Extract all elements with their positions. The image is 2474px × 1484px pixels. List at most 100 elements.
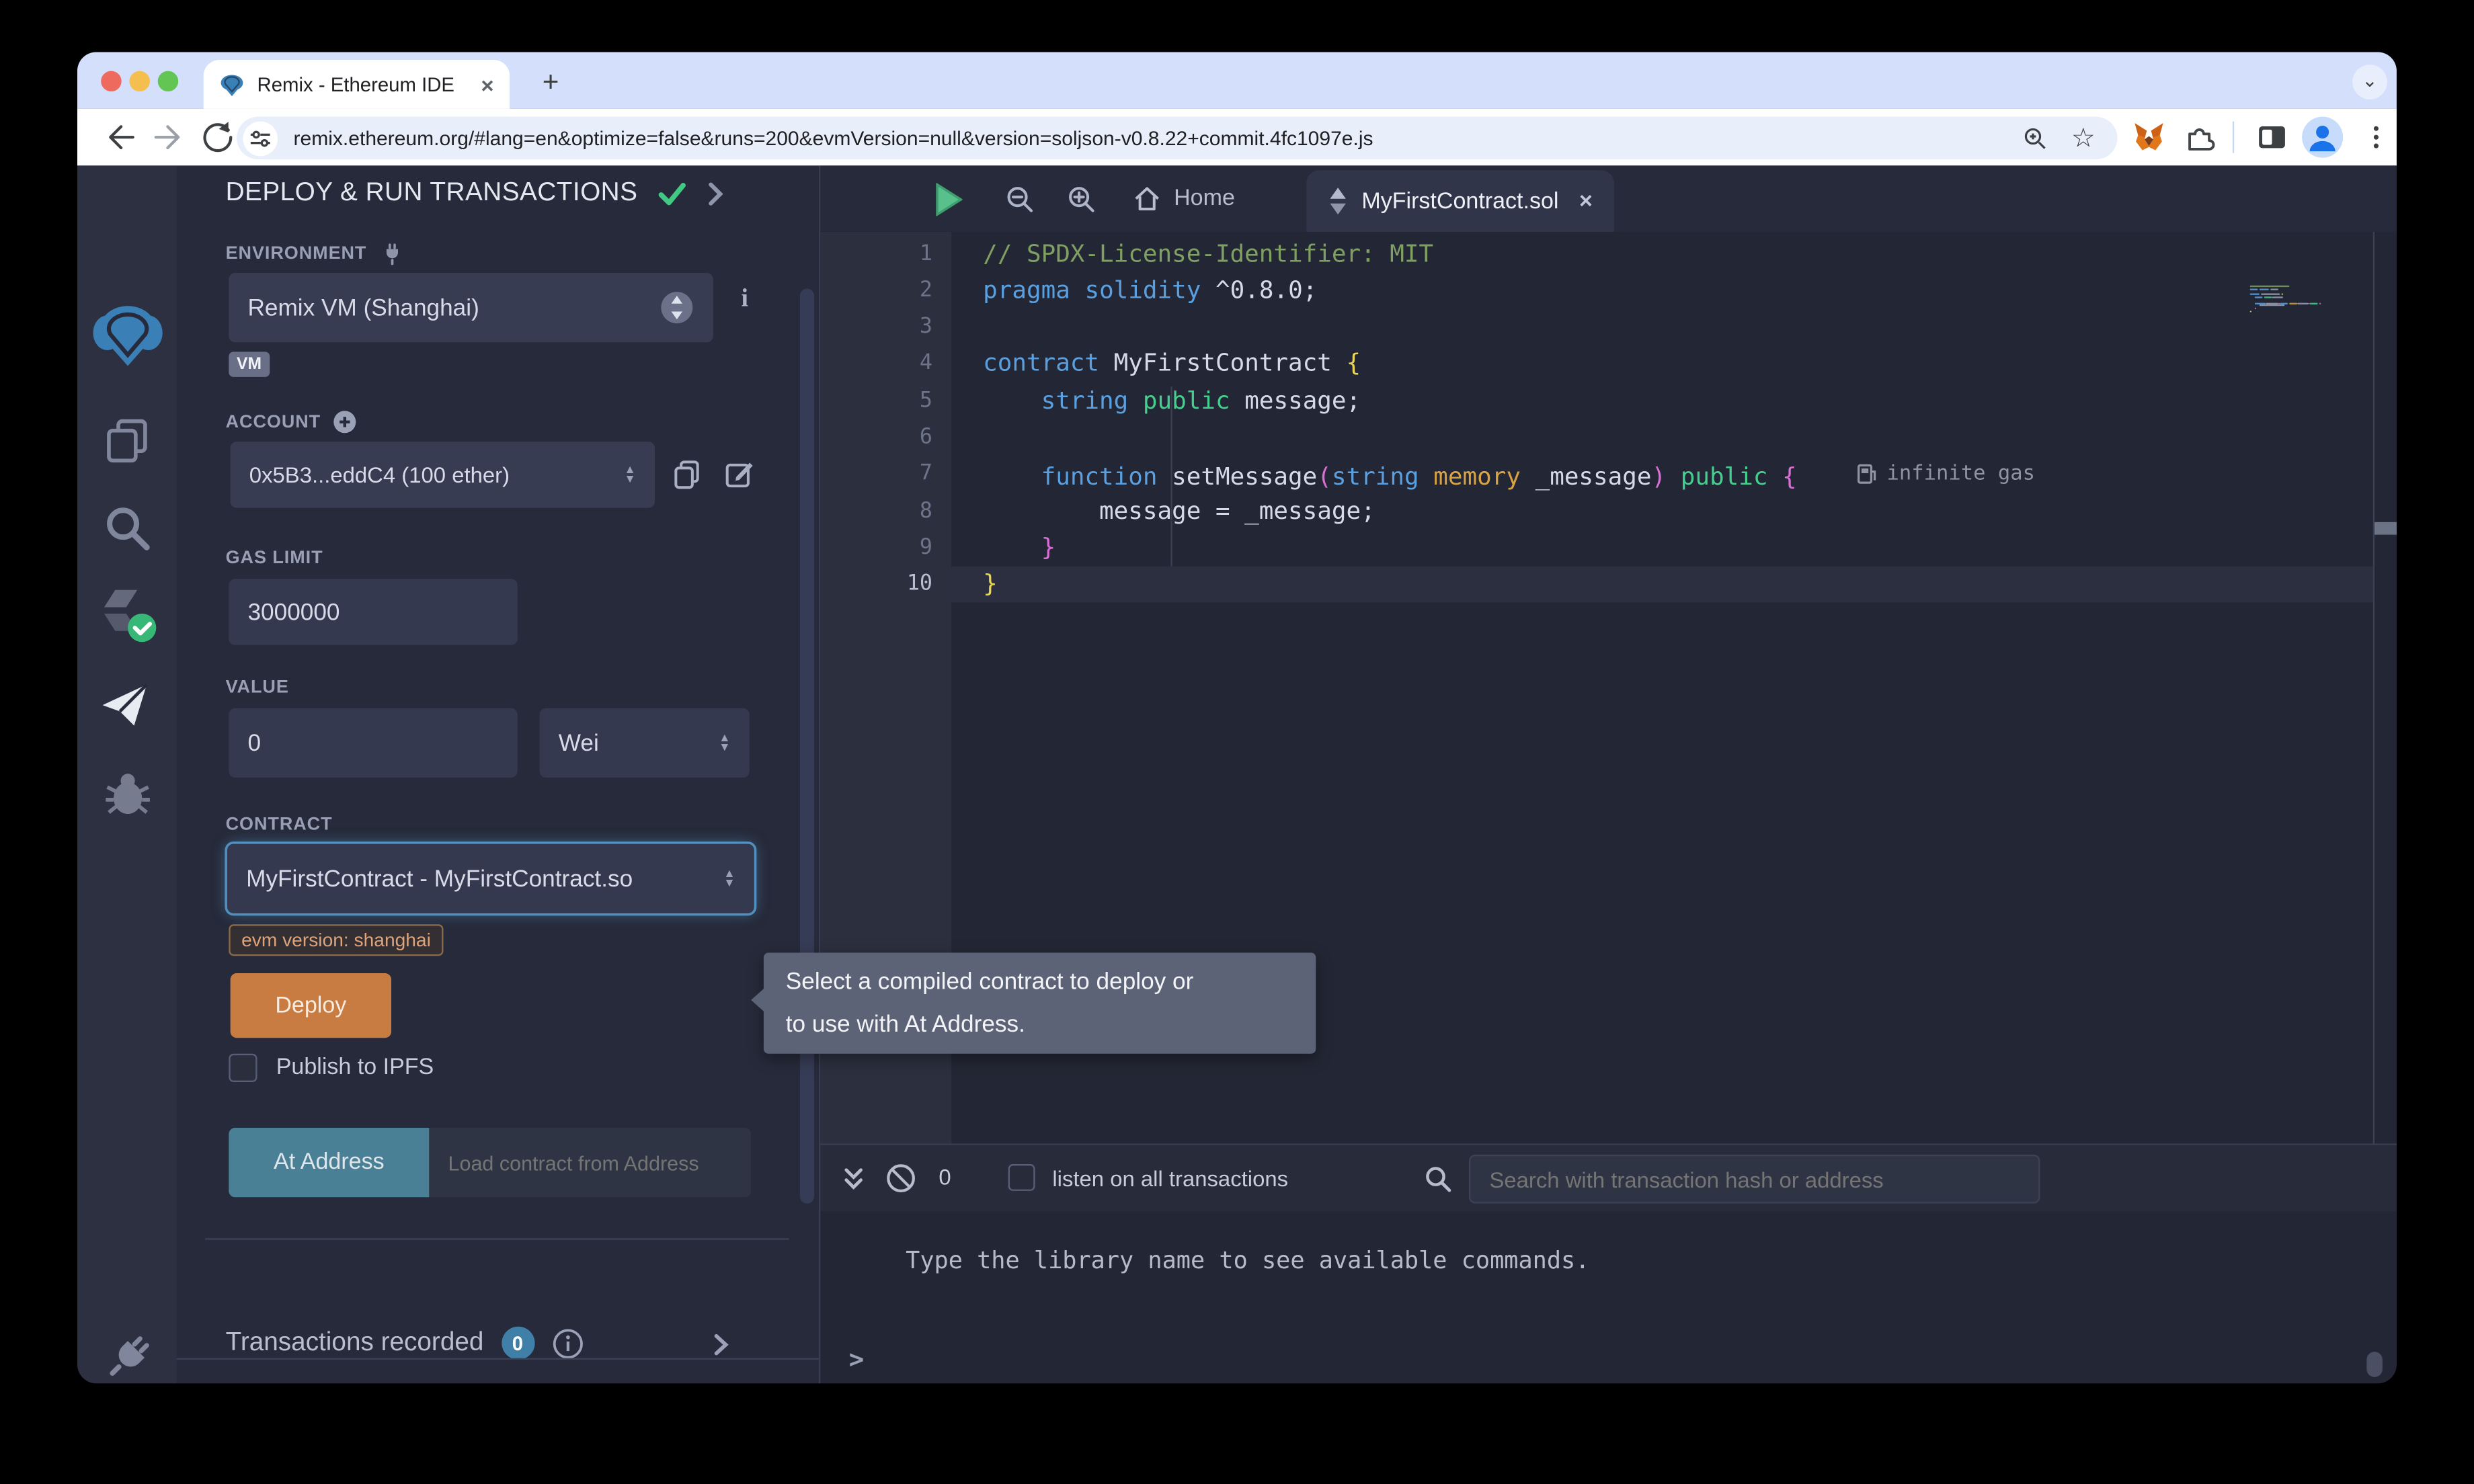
contract-spinner-icon[interactable]: ▲▼ <box>723 869 735 888</box>
account-select[interactable]: 0x5B3...eddC4 (100 ether) ▲▼ <box>231 442 655 508</box>
code-line[interactable] <box>951 309 2373 346</box>
environment-info-icon[interactable]: i <box>732 286 758 314</box>
browser-tab[interactable]: Remix - Ethereum IDE × <box>204 60 510 109</box>
collapse-terminal-icon[interactable] <box>842 1167 865 1191</box>
code-line[interactable]: contract MyFirstContract { <box>951 346 2373 383</box>
line-number: 2 <box>820 273 951 310</box>
run-script-icon[interactable] <box>934 183 962 216</box>
bookmark-star-icon[interactable]: ☆ <box>2071 124 2096 151</box>
code-line[interactable]: } <box>951 567 2373 604</box>
remix-favicon <box>219 72 245 97</box>
terminal-header: 0 listen on all transactions <box>820 1144 2397 1212</box>
at-address-input[interactable] <box>429 1128 751 1197</box>
tab-close-icon[interactable]: × <box>1579 188 1593 214</box>
tab-search-icon[interactable]: ⌄ <box>2352 65 2387 99</box>
close-window-button[interactable] <box>101 71 122 92</box>
url-text[interactable]: remix.ethereum.org/#lang=en&optimize=fal… <box>294 126 2021 150</box>
maximize-window-button[interactable] <box>158 71 179 92</box>
tab-home[interactable]: Home <box>1133 180 1235 218</box>
back-icon[interactable] <box>101 118 138 156</box>
publish-ipfs-checkbox[interactable] <box>229 1054 257 1082</box>
side-panel-icon[interactable] <box>2255 120 2290 155</box>
panel-title: DEPLOY & RUN TRANSACTIONS <box>226 178 638 208</box>
deploy-run-icon[interactable] <box>99 680 155 731</box>
terminal-scrollbar[interactable] <box>2366 1352 2382 1377</box>
environment-select[interactable]: Remix VM (Shanghai) <box>229 273 713 342</box>
editor-scrollbar[interactable] <box>2375 522 2397 535</box>
remix-app: DEPLOY & RUN TRANSACTIONS ENVIRONMENT <box>77 165 2397 1383</box>
contract-label: CONTRACT <box>226 815 333 834</box>
code-line[interactable]: string public message; <box>951 383 2373 420</box>
debugger-icon[interactable] <box>100 765 154 819</box>
metamask-icon[interactable] <box>2132 120 2167 155</box>
info-icon[interactable] <box>551 1327 583 1359</box>
terminal-search-input[interactable] <box>1469 1155 2040 1204</box>
line-number: 4 <box>820 346 951 383</box>
terminal-count: 0 <box>939 1164 951 1190</box>
minimize-window-button[interactable] <box>129 71 150 92</box>
new-tab-button[interactable]: + <box>532 65 569 102</box>
tooltip-line1: Select a compiled contract to deploy or <box>786 960 1294 1003</box>
solidity-file-icon <box>1328 188 1347 214</box>
code-line[interactable]: } <box>951 530 2373 567</box>
solidity-compiler-icon[interactable] <box>95 585 159 645</box>
line-number: 5 <box>820 383 951 420</box>
line-number: 8 <box>820 493 951 530</box>
listen-transactions-checkbox[interactable] <box>1008 1164 1035 1191</box>
account-spinner-icon[interactable]: ▲▼ <box>624 465 635 484</box>
code-line[interactable]: function setMessage(string memory _messa… <box>951 456 2373 493</box>
minimap[interactable] <box>2250 286 2373 313</box>
edit-account-icon[interactable] <box>724 459 754 489</box>
reload-icon[interactable] <box>199 118 237 156</box>
value-input[interactable] <box>229 708 517 778</box>
browser-window: Remix - Ethereum IDE × + ⌄ <box>77 52 2397 1383</box>
remix-logo <box>91 301 163 368</box>
environment-spinner-icon[interactable] <box>660 290 694 325</box>
gas-limit-input[interactable] <box>229 579 517 645</box>
editor-tabbar: Home MyFirstContract.sol × <box>820 165 2397 232</box>
clear-console-icon[interactable] <box>885 1163 917 1194</box>
code-line[interactable]: message = _message; <box>951 493 2373 530</box>
terminal-prompt: > <box>849 1344 865 1374</box>
code-line[interactable]: // SPDX-License-Identifier: MIT <box>951 236 2373 273</box>
plug-icon[interactable] <box>381 241 405 267</box>
code-line[interactable]: pragma solidity ^0.8.0; <box>951 273 2373 310</box>
chevron-right-icon[interactable] <box>707 181 725 206</box>
zoom-icon[interactable] <box>2021 124 2049 152</box>
menu-dots-icon[interactable] <box>2360 120 2392 155</box>
terminal-help-text: Type the library name to see available c… <box>906 1246 1589 1274</box>
listen-transactions-label: listen on all transactions <box>1052 1165 1288 1191</box>
copy-account-icon[interactable] <box>672 459 703 489</box>
code-line[interactable] <box>951 419 2373 456</box>
contract-select[interactable]: MyFirstContract - MyFirstContract.so ▲▼ <box>227 844 754 913</box>
panel-scrollbar[interactable] <box>800 288 814 1203</box>
at-address-button[interactable]: At Address <box>229 1128 429 1197</box>
search-icon[interactable] <box>100 501 154 555</box>
profile-avatar[interactable] <box>2302 117 2343 158</box>
plugin-manager-icon[interactable] <box>100 1329 154 1383</box>
terminal-search-icon <box>1423 1164 1453 1194</box>
address-bar[interactable]: remix.ethereum.org/#lang=en&optimize=fal… <box>237 117 2118 159</box>
unit-spinner-icon[interactable]: ▲▼ <box>719 733 730 752</box>
indent-guide <box>1170 386 1172 567</box>
tab-title: Remix - Ethereum IDE <box>257 73 481 95</box>
check-icon <box>657 179 688 207</box>
overview-ruler <box>2373 232 2397 1144</box>
tab-close-icon[interactable]: × <box>481 72 493 97</box>
evm-version-badge: evm version: shanghai <box>229 924 443 956</box>
deploy-button[interactable]: Deploy <box>231 973 391 1038</box>
extensions-icon[interactable] <box>2182 120 2217 155</box>
forward-icon[interactable] <box>150 118 188 156</box>
file-explorer-icon[interactable] <box>100 413 154 467</box>
add-account-icon[interactable] <box>333 410 357 434</box>
tab-myfirstcontract[interactable]: MyFirstContract.sol × <box>1306 170 1614 232</box>
site-settings-icon[interactable] <box>243 121 278 156</box>
vm-badge: VM <box>229 352 269 377</box>
zoom-in-icon[interactable] <box>1067 185 1097 215</box>
transactions-expand-icon[interactable] <box>713 1333 729 1356</box>
environment-label: ENVIRONMENT <box>226 245 367 263</box>
terminal-body[interactable]: Type the library name to see available c… <box>820 1211 2397 1383</box>
zoom-out-icon[interactable] <box>1005 185 1035 215</box>
line-number: 3 <box>820 309 951 346</box>
value-unit-select[interactable]: Wei ▲▼ <box>540 708 750 778</box>
